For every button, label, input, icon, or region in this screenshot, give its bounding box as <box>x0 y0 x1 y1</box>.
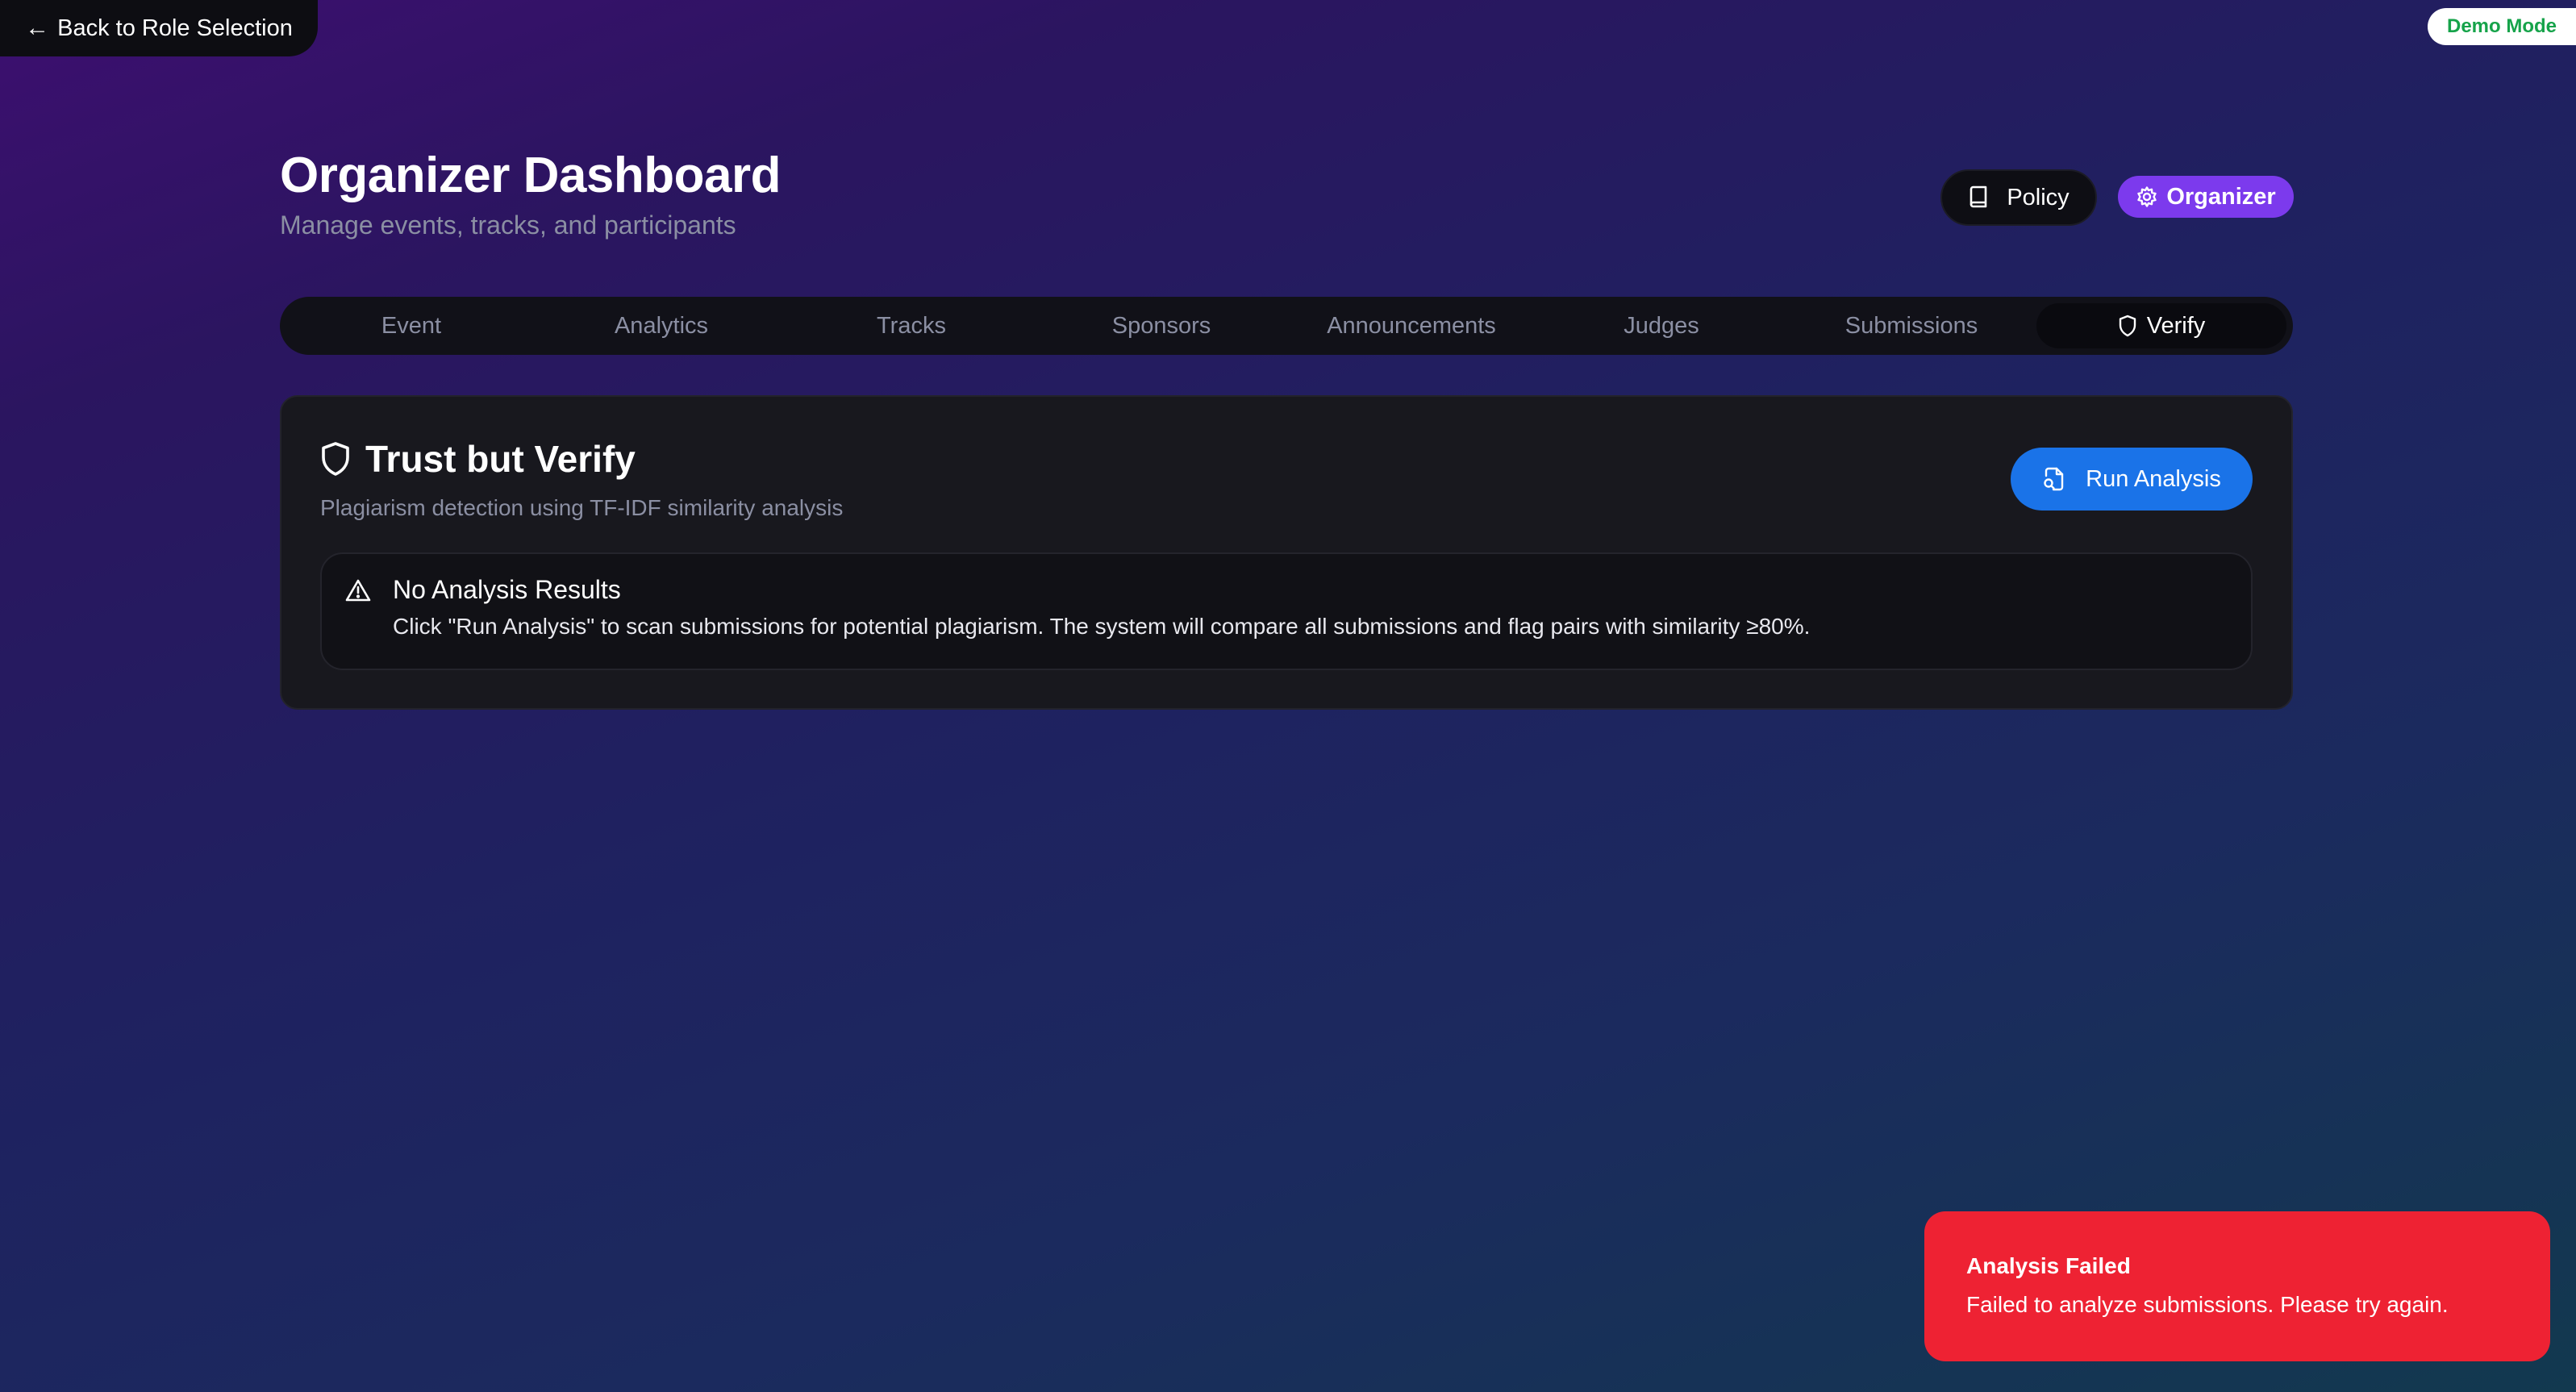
back-to-role-selection-button[interactable]: ← Back to Role Selection <box>0 0 318 56</box>
gear-icon <box>2136 185 2158 208</box>
tab-submissions[interactable]: Submissions <box>1786 303 2036 348</box>
shield-icon <box>2118 315 2137 337</box>
tab-sponsors[interactable]: Sponsors <box>1036 303 1286 348</box>
tab-verify[interactable]: Verify <box>2036 303 2286 348</box>
organizer-label: Organizer <box>2166 183 2276 210</box>
card-title-text: Trust but Verify <box>365 438 636 480</box>
tab-label: Verify <box>2146 312 2206 339</box>
toast-title: Analysis Failed <box>1966 1253 2131 1278</box>
toast-message: Failed to analyze submissions. Please tr… <box>1966 1292 2449 1317</box>
demo-mode-badge: Demo Mode <box>2428 8 2576 45</box>
card-description: Plagiarism detection using TF-IDF simila… <box>320 495 844 520</box>
warning-icon <box>344 578 372 602</box>
tab-analytics[interactable]: Analytics <box>536 303 786 348</box>
tab-announcements[interactable]: Announcements <box>1286 303 1536 348</box>
tab-label: Sponsors <box>1111 312 1211 339</box>
error-toast[interactable]: Analysis Failed Failed to analyze submis… <box>1924 1211 2550 1361</box>
trust-but-verify-card: Trust but Verify Plagiarism detection us… <box>280 395 2293 710</box>
back-button-label: Back to Role Selection <box>57 15 293 41</box>
policy-label: Policy <box>2007 184 2070 210</box>
tab-label: Analytics <box>614 312 709 339</box>
run-analysis-button[interactable]: Run Analysis <box>2011 448 2253 511</box>
tab-label: Tracks <box>877 312 946 339</box>
dashboard-tabs: Event Analytics Tracks Sponsors Announce… <box>280 297 2293 355</box>
book-icon <box>1968 185 1989 210</box>
run-analysis-label: Run Analysis <box>2086 465 2221 492</box>
tab-label: Submissions <box>1844 312 1978 339</box>
organizer-role-badge[interactable]: Organizer <box>2118 176 2294 218</box>
tab-tracks[interactable]: Tracks <box>786 303 1036 348</box>
tab-event[interactable]: Event <box>286 303 536 348</box>
no-results-alert: No Analysis Results Click "Run Analysis"… <box>320 552 2253 670</box>
tab-judges[interactable]: Judges <box>1536 303 1786 348</box>
arrow-left-icon: ← <box>25 15 50 41</box>
page-subtitle: Manage events, tracks, and participants <box>280 210 736 240</box>
card-title: Trust but Verify <box>320 437 636 481</box>
tab-label: Event <box>381 312 442 339</box>
file-scan-icon <box>2042 466 2066 492</box>
policy-button[interactable]: Policy <box>1940 169 2097 226</box>
tab-label: Judges <box>1624 312 1699 339</box>
tab-label: Announcements <box>1327 312 1496 339</box>
shield-icon <box>320 441 351 477</box>
alert-body: Click "Run Analysis" to scan submissions… <box>393 614 1811 639</box>
alert-title: No Analysis Results <box>393 575 621 604</box>
page-title: Organizer Dashboard <box>280 148 781 203</box>
